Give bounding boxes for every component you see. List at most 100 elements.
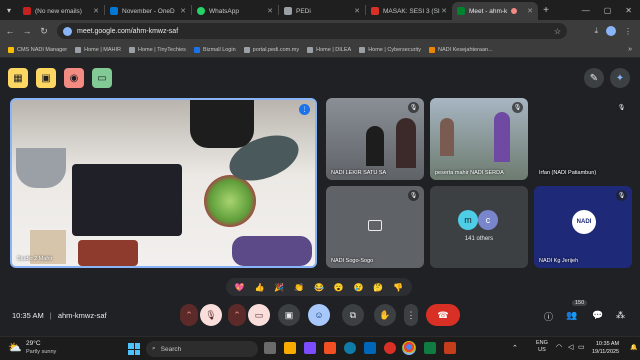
reaction-thumbs-down[interactable]: 👎: [393, 283, 403, 292]
site-info-icon[interactable]: [63, 26, 72, 36]
reactions-bar: 💖 👍 🎉 👏 😂 😮 😢 🤔 👎: [226, 278, 412, 296]
language-indicator[interactable]: ENG US: [536, 340, 548, 354]
bookmark-item[interactable]: Bizmall Login: [193, 46, 236, 53]
people-icon[interactable]: 👥: [566, 310, 577, 321]
reaction-clap[interactable]: 👏: [294, 283, 304, 292]
reaction-heart[interactable]: 💖: [235, 283, 245, 292]
bookmark-star-icon[interactable]: ☆: [554, 27, 561, 36]
reaction-thinking[interactable]: 🤔: [373, 283, 383, 292]
present-screen-button[interactable]: ⧉: [342, 304, 364, 326]
bookmark-item[interactable]: Home | TinyTechies: [129, 46, 186, 53]
excel-icon[interactable]: [424, 342, 436, 354]
tab-pedi[interactable]: PEDi ✕: [279, 2, 365, 20]
reaction-laugh[interactable]: 😂: [314, 283, 324, 292]
battery-icon[interactable]: ▭: [578, 343, 585, 351]
meeting-info: 10:35 AM | ahm-kmwz-saf: [12, 311, 107, 320]
others-tile[interactable]: m c 141 others: [430, 186, 528, 268]
close-icon[interactable]: ✕: [180, 7, 186, 15]
window-close-button[interactable]: ✕: [625, 6, 632, 15]
recording-icon: [511, 8, 518, 14]
leave-call-button[interactable]: ☎: [426, 304, 460, 326]
teams-icon[interactable]: [304, 342, 316, 354]
tray-overflow-icon[interactable]: ⌃: [512, 344, 518, 352]
close-icon[interactable]: ✕: [527, 7, 533, 15]
tab-whatsapp[interactable]: WhatsApp ✕: [192, 2, 278, 20]
close-icon[interactable]: ✕: [441, 7, 447, 15]
store-icon[interactable]: [364, 342, 376, 354]
bookmark-item[interactable]: portal.pedi.com.my: [243, 46, 299, 53]
address-bar[interactable]: meet.google.com/ahm-kmwz-saf ☆: [57, 23, 567, 39]
profile-avatar[interactable]: [606, 26, 616, 36]
gemini-icon[interactable]: ✦: [610, 68, 630, 88]
edge-icon[interactable]: [344, 342, 356, 354]
info-icon[interactable]: ⓘ: [544, 310, 553, 323]
chat-icon[interactable]: 💬: [592, 310, 603, 321]
reaction-surprised[interactable]: 😮: [334, 283, 344, 292]
bookmarks-overflow-icon[interactable]: »: [628, 46, 640, 53]
notification-bell-icon[interactable]: 🔔: [630, 344, 637, 351]
taskbar-search[interactable]: ⌕ Search: [146, 341, 258, 357]
tab-email[interactable]: (No new emails) ✕: [18, 2, 104, 20]
audio-options-button[interactable]: ⌃: [180, 304, 198, 326]
tab-search-icon[interactable]: ▾: [0, 1, 18, 19]
powerpoint-icon[interactable]: [444, 342, 456, 354]
participant-tile[interactable]: 🎙 peserta mahir NADI SERDA: [430, 98, 528, 180]
maximize-button[interactable]: ▢: [604, 6, 612, 15]
video-options-button[interactable]: ⌃: [228, 304, 246, 326]
weather-icon[interactable]: ⛅: [8, 341, 22, 355]
menu-icon[interactable]: ⋮: [624, 27, 632, 36]
participant-tile[interactable]: 🎙 NADI LEKIR SATU SA: [326, 98, 424, 180]
pen-icon[interactable]: ✎: [584, 68, 604, 88]
record-icon[interactable]: ◉: [64, 68, 84, 88]
participant-count-badge: 150: [572, 300, 588, 306]
task-view-icon[interactable]: [264, 342, 276, 354]
office-icon[interactable]: [324, 342, 336, 354]
bookmark-item[interactable]: Home | MAHIR: [75, 46, 121, 53]
mic-off-icon: 🎙: [512, 102, 523, 113]
mic-toggle-button[interactable]: 🎙: [200, 304, 222, 326]
wifi-icon[interactable]: ◠: [556, 343, 562, 351]
chrome-icon[interactable]: [402, 341, 416, 355]
meet-window: ▦ ▣ ◉ ▭ ✎ ✦ ⋮ Studio 2 Mahir 🎙 NADI LEKI…: [0, 58, 640, 336]
weather-temp: 29°C: [26, 340, 41, 347]
file-explorer-icon[interactable]: [284, 342, 296, 354]
bookmark-item[interactable]: NADI Kesejahteraan...: [428, 46, 493, 53]
more-options-button[interactable]: ⋮: [404, 304, 418, 326]
tab-masak[interactable]: MASAK: SESI 3 (SI ✕: [366, 2, 452, 20]
activities-icon[interactable]: ▣: [36, 68, 56, 88]
bookmark-item[interactable]: Home | DILEA: [307, 46, 351, 53]
minimize-button[interactable]: —: [582, 6, 590, 15]
participant-tile[interactable]: 🎙 Irfan (NADI Patiambun): [534, 98, 632, 180]
reaction-thumbs-up[interactable]: 👍: [255, 283, 265, 292]
search-icon: ⌕: [152, 345, 156, 352]
reaction-party[interactable]: 🎉: [274, 283, 284, 292]
close-icon[interactable]: ✕: [93, 7, 99, 15]
main-video-tile[interactable]: ⋮ Studio 2 Mahir: [10, 98, 317, 268]
close-icon[interactable]: ✕: [354, 7, 360, 15]
new-tab-button[interactable]: +: [538, 5, 554, 16]
present-icon[interactable]: ▭: [92, 68, 112, 88]
reload-button[interactable]: ↻: [37, 26, 51, 37]
download-icon[interactable]: ⤓: [594, 26, 598, 36]
start-button[interactable]: [128, 343, 140, 355]
participant-tile[interactable]: 🎙 NADI Sogo-Sogo: [326, 186, 424, 268]
media-icon[interactable]: [384, 342, 396, 354]
whiteboard-icon[interactable]: ▦: [8, 68, 28, 88]
tab-onedrive[interactable]: November - OneD ✕: [105, 2, 191, 20]
tab-meet[interactable]: Meet - ahm-k ✕: [452, 2, 538, 20]
camera-toggle-button[interactable]: ▭: [248, 304, 270, 326]
reaction-sad[interactable]: 😢: [353, 283, 363, 292]
volume-icon[interactable]: ◁: [568, 343, 573, 351]
bookmark-item[interactable]: Home | Cybersecurity: [359, 46, 421, 53]
captions-button[interactable]: ▣: [278, 304, 300, 326]
forward-button[interactable]: →: [20, 26, 34, 36]
back-button[interactable]: ←: [3, 26, 17, 36]
others-count-label: 141 others: [464, 236, 494, 242]
clock[interactable]: 10:35 AM 19/11/2025: [592, 340, 619, 356]
raise-hand-button[interactable]: ✋: [374, 304, 396, 326]
participant-tile[interactable]: NADI 🎙 NADI Kg Jerijeh: [534, 186, 632, 268]
bookmark-item[interactable]: CMS NADI Manager: [8, 46, 67, 53]
apps-icon[interactable]: ⁂: [616, 310, 625, 321]
emoji-button[interactable]: ☺: [308, 304, 330, 326]
close-icon[interactable]: ✕: [267, 7, 273, 15]
